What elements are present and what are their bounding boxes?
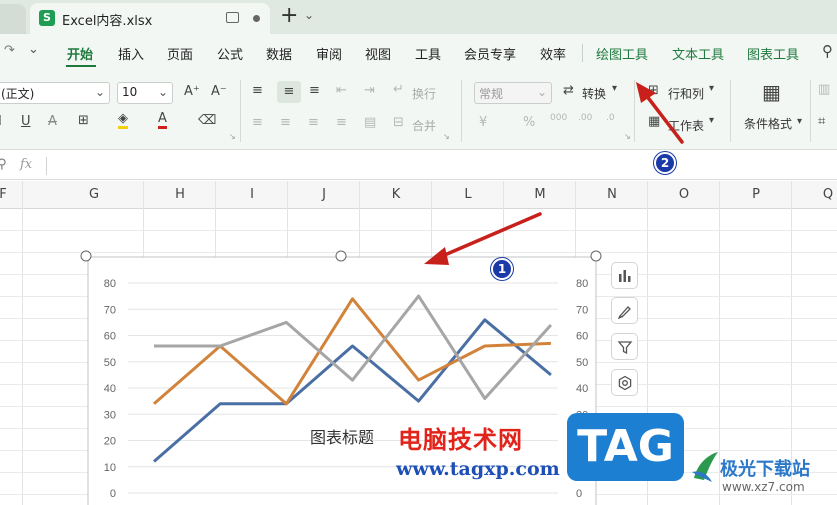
y-axis-left-tick: 0 [110,488,116,500]
y-axis-right-tick: 50 [576,357,588,369]
watermark-site-name: 极光下载站 [720,459,810,480]
watermark-tag-logo: TAG [567,413,684,481]
watermark-site-url: www.xz7.com [722,480,805,494]
watermark-url: www.tagxp.com [396,458,560,480]
chart-title[interactable]: 图表标题 [310,429,374,447]
chart-elements-button[interactable] [611,262,638,289]
y-axis-right-tick: 70 [576,304,588,316]
y-axis-right-tick: 40 [576,383,588,395]
resize-handle[interactable] [335,250,347,262]
chart-style-icon [617,306,631,319]
step-badge-1: 1 [491,258,513,280]
y-axis-left-tick: 50 [104,357,116,369]
watermark-site-logo-icon [692,452,718,482]
chart-elements-icon [619,270,631,282]
annotation-arrow [636,82,684,144]
y-axis-left-tick: 60 [104,331,116,343]
y-axis-right-tick: 60 [576,331,588,343]
y-axis-left-tick: 40 [104,383,116,395]
chart-style-button[interactable] [611,297,638,324]
watermark-text: 电脑技术网 [398,426,523,454]
resize-handle[interactable] [590,250,602,262]
y-axis-left-tick: 20 [104,436,116,448]
chart-filter-icon [617,341,633,355]
y-axis-right-tick: 80 [576,278,588,290]
resize-handle[interactable] [80,250,92,262]
chart-filter-button[interactable] [611,333,638,360]
y-axis-left-tick: 30 [104,409,116,421]
step-badge-2: 2 [654,152,676,174]
y-axis-left-tick: 10 [104,462,116,474]
y-axis-right-tick: 0 [576,488,582,500]
chart-settings-icon [618,375,632,391]
y-axis-left-tick: 80 [104,278,116,290]
chart-settings-button[interactable] [611,369,638,396]
y-axis-left-tick: 70 [104,304,116,316]
